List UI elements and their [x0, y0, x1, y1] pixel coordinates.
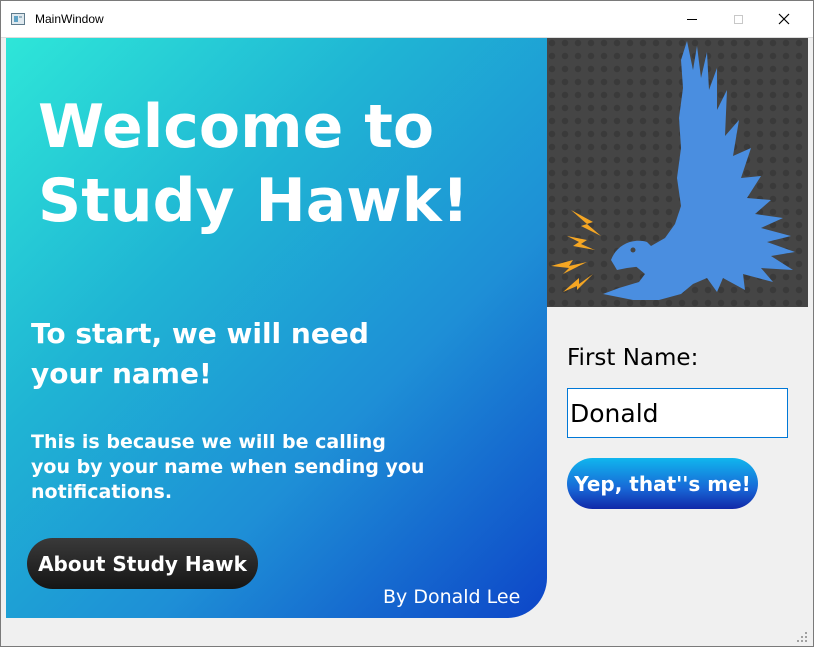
title-bar[interactable]: MainWindow	[1, 1, 813, 38]
author-credit: By Donald Lee	[383, 586, 521, 608]
welcome-panel: Welcome to Study Hawk! To start, we will…	[6, 38, 547, 618]
resize-grip[interactable]	[797, 632, 807, 642]
about-button[interactable]: About Study Hawk	[27, 538, 258, 589]
close-button[interactable]	[761, 1, 807, 37]
maximize-button[interactable]	[715, 1, 761, 37]
maximize-icon	[733, 14, 743, 24]
minimize-button[interactable]	[669, 1, 715, 37]
hawk-image	[547, 38, 808, 307]
close-icon	[778, 13, 790, 25]
window-title: MainWindow	[35, 12, 104, 26]
first-name-label: First Name:	[567, 345, 699, 371]
app-icon	[11, 13, 25, 25]
first-name-input[interactable]	[567, 388, 788, 438]
hawk-eye	[630, 247, 636, 253]
name-request-text: To start, we will need your name!	[31, 317, 369, 390]
main-window: MainWindow Welcome to Study Hawk! To sta…	[0, 0, 814, 647]
welcome-heading: Welcome to Study Hawk!	[38, 92, 469, 236]
lightning-icon	[551, 210, 601, 292]
confirm-name-button[interactable]: Yep, that''s me!	[567, 458, 758, 509]
minimize-icon	[687, 18, 697, 20]
hawk-icon	[551, 41, 795, 300]
explanation-text: This is because we will be calling you b…	[31, 431, 425, 503]
